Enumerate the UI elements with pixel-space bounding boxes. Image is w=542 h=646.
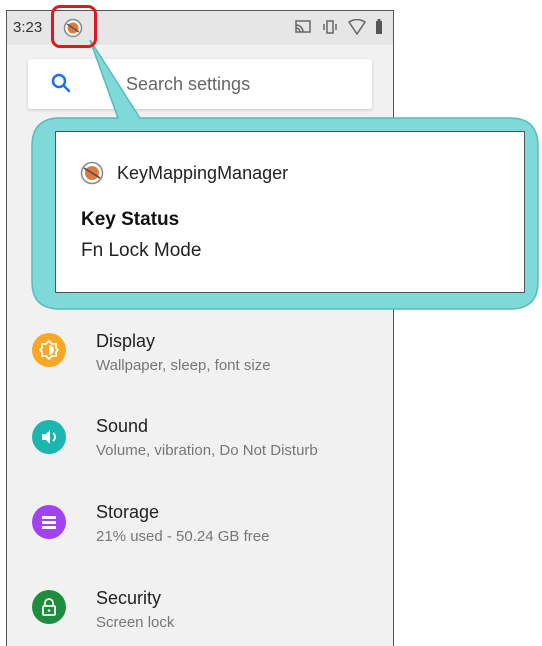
notification-app-name: KeyMappingManager bbox=[117, 163, 289, 183]
notification-title: Key Status bbox=[81, 209, 180, 230]
callout-frame bbox=[31, 39, 539, 310]
status-icon-highlight bbox=[51, 5, 97, 48]
notification-text: Fn Lock Mode bbox=[81, 240, 202, 261]
notification-card[interactable]: KeyMappingManager Key Status Fn Lock Mod… bbox=[55, 131, 525, 293]
keymapping-app-icon bbox=[80, 161, 104, 190]
